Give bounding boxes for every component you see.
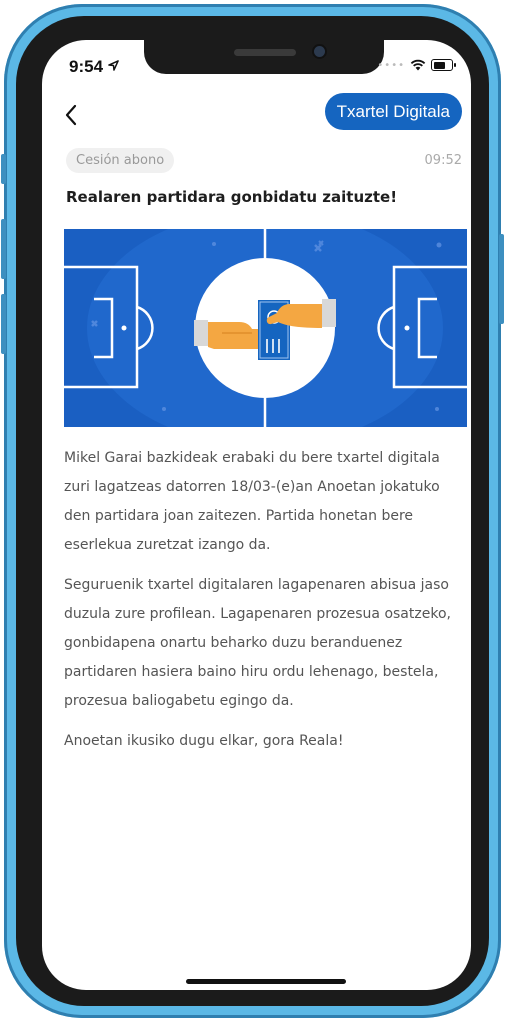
category-tag-label: Cesión abono — [76, 153, 165, 168]
message-title: Realaren partidara gonbidatu zaituzte! — [66, 188, 398, 206]
status-bar-time: 9:54 — [69, 57, 119, 77]
volume-down-button — [1, 294, 6, 354]
digital-ticket-label: Txartel Digitala — [336, 101, 450, 121]
message-time: 09:52 — [424, 153, 462, 168]
power-button — [499, 234, 504, 324]
message-paragraph-3: Anoetan ikusiko dugu elkar, gora Reala! — [64, 733, 344, 749]
status-bar-right: •••• — [377, 59, 456, 71]
location-arrow-icon — [107, 60, 119, 71]
ticket-transfer-illustration — [64, 229, 467, 427]
message-paragraph-2: Seguruenik txartel digitalaren lagapenar… — [64, 577, 451, 709]
screen: 9:54 •••• Txartel Digitala Cesión abono — [42, 40, 471, 990]
front-camera — [314, 46, 325, 57]
speaker — [234, 49, 296, 56]
volume-up-button — [1, 219, 6, 279]
back-button[interactable] — [62, 102, 84, 128]
phone-frame: 9:54 •••• Txartel Digitala Cesión abono — [1, 4, 504, 1018]
chevron-left-icon — [65, 104, 77, 126]
digital-ticket-button[interactable]: Txartel Digitala — [324, 93, 462, 130]
wifi-icon — [410, 59, 426, 71]
signal-dots-icon: •••• — [377, 59, 405, 71]
home-indicator[interactable] — [186, 979, 346, 984]
battery-icon — [431, 59, 456, 71]
message-paragraph-1: Mikel Garai bazkideak erabaki du bere tx… — [64, 450, 440, 553]
category-tag: Cesión abono — [66, 148, 175, 173]
notch — [144, 40, 384, 74]
mute-switch — [1, 154, 6, 184]
